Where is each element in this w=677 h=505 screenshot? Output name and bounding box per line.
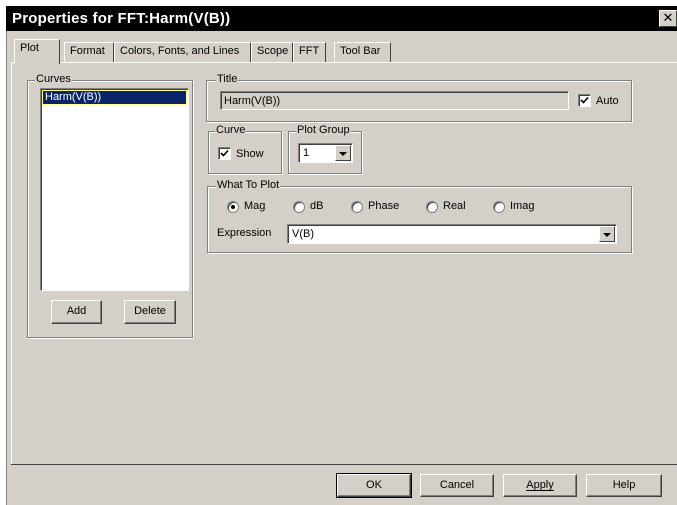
tab-label: Plot bbox=[20, 42, 39, 54]
cancel-button[interactable]: Cancel bbox=[420, 474, 494, 497]
radio-phase[interactable] bbox=[351, 201, 363, 213]
show-label: Show bbox=[236, 148, 264, 160]
title-group-label: Title bbox=[216, 73, 239, 85]
delete-button[interactable]: Delete bbox=[124, 300, 176, 324]
add-button-label: Add bbox=[66, 305, 87, 317]
tab-label: Scope bbox=[257, 45, 289, 57]
curves-group-label: Curves bbox=[35, 73, 72, 85]
chevron-down-icon bbox=[339, 152, 347, 156]
curve-group-label: Curve bbox=[215, 124, 247, 136]
tab-plot[interactable]: Plot bbox=[14, 39, 60, 64]
tab-scope[interactable]: Scope bbox=[251, 42, 293, 62]
curve-item-label: Harm(V(B)) bbox=[45, 91, 102, 103]
auto-label: Auto bbox=[596, 95, 619, 107]
tab-label: Colors, Fonts, and Lines bbox=[120, 45, 240, 57]
window-title: Properties for FFT:Harm(V(B)) bbox=[12, 10, 231, 27]
auto-checkbox[interactable] bbox=[578, 94, 591, 107]
radio-phase-label: Phase bbox=[368, 200, 400, 212]
title-field[interactable]: Harm(V(B)) bbox=[220, 91, 569, 110]
list-item[interactable]: Harm(V(B)) bbox=[42, 90, 187, 105]
expression-value: V(B) bbox=[292, 228, 314, 240]
expression-label: Expression bbox=[217, 227, 272, 239]
radio-real-label: Real bbox=[443, 200, 466, 212]
apply-button-label: Apply bbox=[526, 479, 554, 491]
close-icon: ✕ bbox=[662, 10, 674, 25]
radio-mag-label: Mag bbox=[244, 200, 266, 212]
title-field-value: Harm(V(B)) bbox=[224, 95, 281, 107]
expression-select[interactable]: V(B) bbox=[287, 224, 617, 244]
add-button[interactable]: Add bbox=[51, 300, 102, 324]
tab-colors-fonts-lines[interactable]: Colors, Fonts, and Lines bbox=[114, 42, 251, 62]
help-button[interactable]: Help bbox=[586, 474, 662, 497]
radio-imag[interactable] bbox=[493, 201, 505, 213]
radio-real[interactable] bbox=[426, 201, 438, 213]
plot-group-dropdown-button[interactable] bbox=[335, 145, 351, 161]
tab-tool-bar[interactable]: Tool Bar bbox=[334, 42, 391, 62]
tab-format[interactable]: Format bbox=[64, 42, 114, 62]
tab-fft[interactable]: FFT bbox=[293, 42, 326, 62]
cancel-button-label: Cancel bbox=[439, 479, 475, 491]
check-icon bbox=[580, 96, 589, 104]
radio-mag[interactable] bbox=[227, 201, 239, 213]
chevron-down-icon bbox=[603, 233, 611, 237]
expression-dropdown-button[interactable] bbox=[599, 226, 615, 242]
delete-button-label: Delete bbox=[134, 305, 166, 317]
tab-label: Format bbox=[70, 45, 105, 57]
tab-label: Tool Bar bbox=[340, 45, 381, 57]
radio-imag-label: Imag bbox=[510, 200, 535, 212]
tab-label: FFT bbox=[299, 45, 320, 57]
what-to-plot-label: What To Plot bbox=[216, 179, 281, 191]
ok-button-label: OK bbox=[366, 479, 382, 491]
plot-group-label: Plot Group bbox=[296, 124, 351, 136]
plot-group-select[interactable]: 1 bbox=[298, 143, 353, 163]
close-button[interactable]: ✕ bbox=[659, 10, 677, 27]
title-bar[interactable]: Properties for FFT:Harm(V(B)) ✕ bbox=[6, 6, 677, 31]
panel-divider bbox=[11, 464, 677, 465]
apply-button[interactable]: Apply bbox=[503, 474, 577, 497]
radio-selected-dot bbox=[231, 205, 235, 209]
help-button-label: Help bbox=[612, 479, 636, 491]
plot-group-value: 1 bbox=[303, 147, 310, 159]
radio-db-label: dB bbox=[310, 200, 324, 212]
radio-db[interactable] bbox=[293, 201, 305, 213]
curves-list[interactable]: Harm(V(B)) bbox=[40, 88, 189, 291]
check-icon bbox=[220, 149, 229, 157]
show-checkbox[interactable] bbox=[218, 147, 231, 160]
ok-button[interactable]: OK bbox=[336, 473, 412, 498]
